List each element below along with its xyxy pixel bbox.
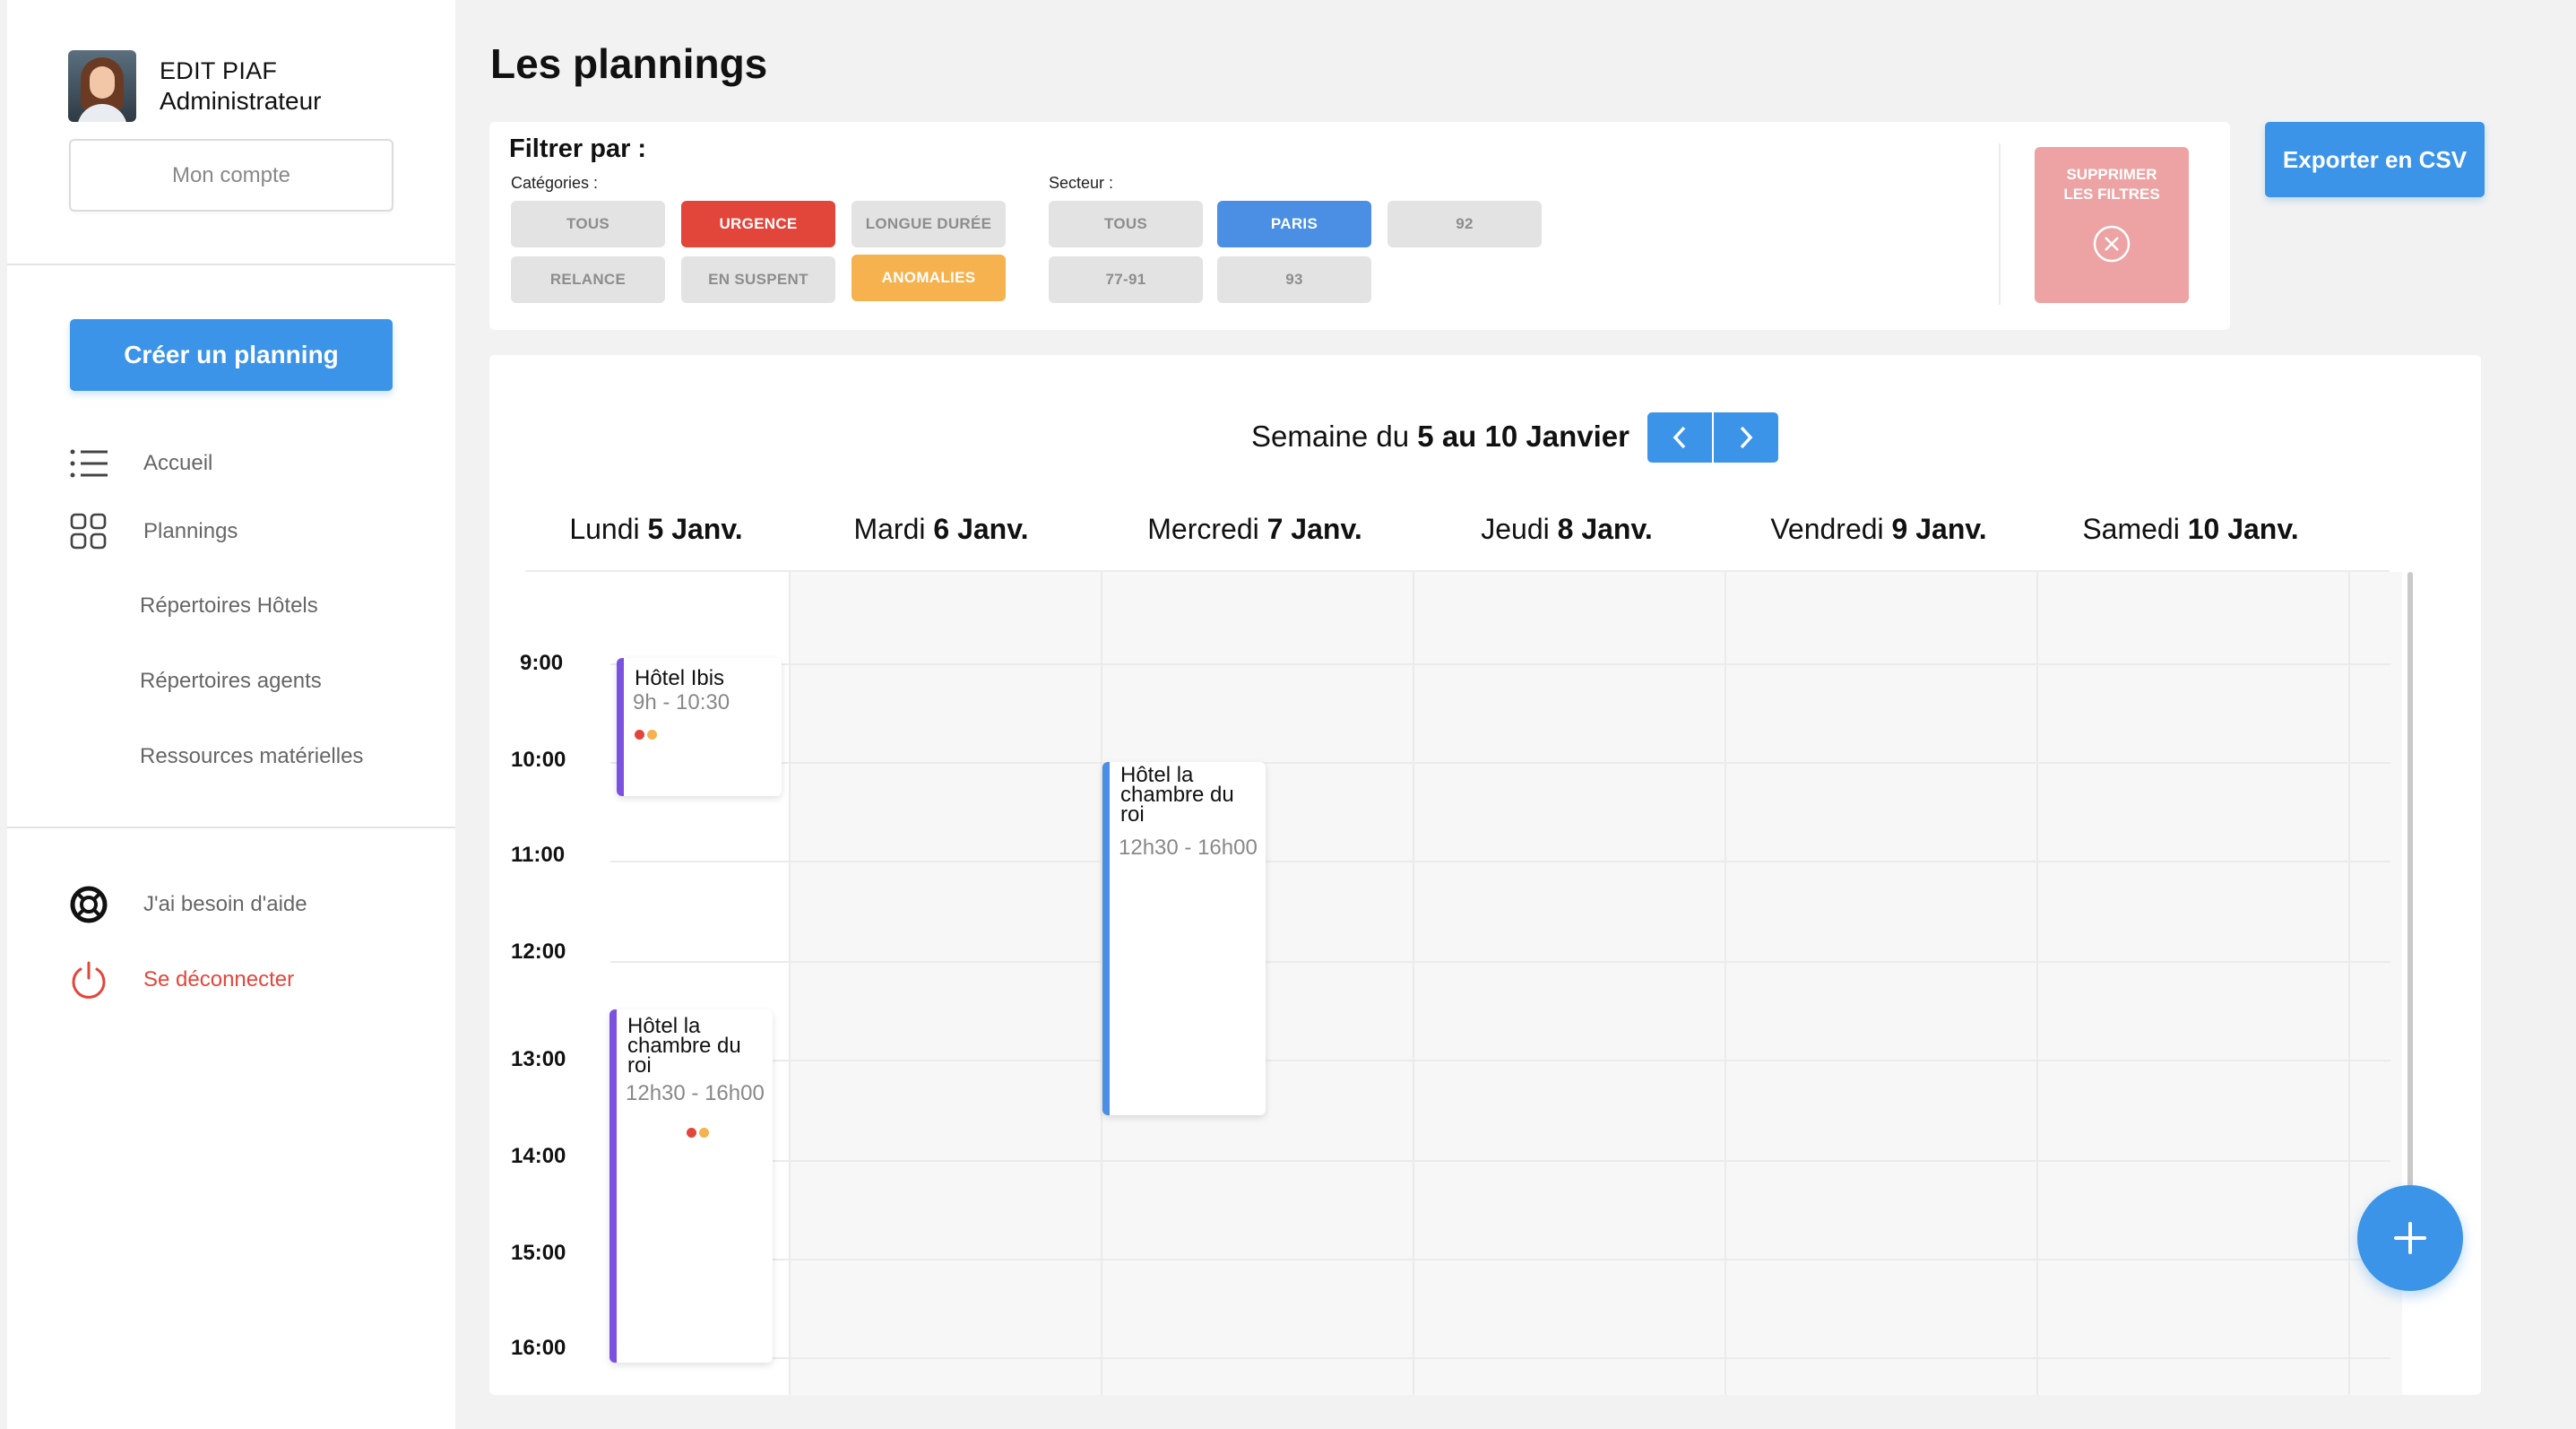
lifebuoy-icon <box>68 884 109 925</box>
categories-label: Catégories : <box>511 174 599 192</box>
clear-filters-button[interactable]: SUPPRIMER LES FILTRES <box>2035 147 2189 303</box>
user-profile: EDIT PIAF Administrateur <box>68 50 322 122</box>
category-chip-relance[interactable]: RELANCE <box>511 256 665 303</box>
category-chip-en-suspent[interactable]: EN SUSPENT <box>681 256 835 303</box>
day-header-monday: Lundi 5 Janv. <box>569 513 743 545</box>
event-title: roi <box>1120 802 1145 827</box>
sidebar-item-plannings[interactable]: Plannings <box>68 511 238 552</box>
chevron-right-icon <box>1740 426 1753 449</box>
sector-chip-92[interactable]: 92 <box>1387 201 1542 247</box>
user-role: Administrateur <box>160 87 322 115</box>
time-label: 9:00 <box>520 651 564 675</box>
time-label: 12:00 <box>511 940 566 964</box>
hour-line <box>610 1357 2390 1359</box>
filter-divider <box>1999 143 2001 305</box>
next-week-button[interactable] <box>1714 412 1778 463</box>
clear-filters-label: SUPPRIMER <box>2066 166 2157 183</box>
sidebar-divider <box>7 827 455 828</box>
hour-line <box>610 861 2390 862</box>
filter-title: Filtrer par : <box>509 134 647 163</box>
day-header-thursday: Jeudi 8 Janv. <box>1481 513 1653 545</box>
sector-chip-93[interactable]: 93 <box>1217 256 1371 303</box>
my-account-button[interactable]: Mon compte <box>69 139 393 212</box>
category-chip-urgence[interactable]: URGENCE <box>681 201 835 247</box>
plus-icon <box>2394 1222 2426 1254</box>
logout-link[interactable]: Se déconnecter <box>68 959 294 1000</box>
category-chip-longue-duree[interactable]: LONGUE DURÉE <box>851 201 1006 247</box>
help-label: J'ai besoin d'aide <box>143 892 307 916</box>
anomalie-dot <box>699 1128 709 1138</box>
sidebar-item-accueil[interactable]: Accueil <box>68 443 212 484</box>
sidebar-item-label: Plannings <box>143 519 238 543</box>
list-icon <box>68 443 109 484</box>
time-label: 13:00 <box>511 1047 566 1071</box>
event-card-chambre-du-roi[interactable]: Hôtel la chambre du roi 12h30 - 16h00 <box>609 1009 773 1363</box>
event-card-hotel-ibis[interactable]: Hôtel Ibis 9h - 10:30 <box>617 658 782 796</box>
event-time: 9h - 10:30 <box>633 690 730 714</box>
sidebar-item-resources[interactable]: Ressources matérielles <box>140 744 363 769</box>
export-csv-button[interactable]: Exporter en CSV <box>2265 122 2485 197</box>
time-label: 15:00 <box>511 1241 566 1265</box>
previous-week-button[interactable] <box>1647 412 1712 463</box>
calendar: Semaine du 5 au 10 Janvier Lundi 5 Janv.… <box>489 355 2481 1395</box>
urgence-dot <box>687 1128 696 1138</box>
day-column[interactable] <box>789 572 1101 1395</box>
avatar <box>68 50 136 122</box>
calendar-scrollbar[interactable] <box>2407 572 2413 1253</box>
sidebar-item-hotels[interactable]: Répertoires Hôtels <box>140 593 318 619</box>
day-header-friday: Vendredi 9 Janv. <box>1770 513 1987 545</box>
create-planning-button[interactable]: Créer un planning <box>70 319 393 391</box>
sector-chip-tous[interactable]: TOUS <box>1049 201 1203 247</box>
category-chip-tous[interactable]: TOUS <box>511 201 665 247</box>
sector-label: Secteur : <box>1049 174 1114 192</box>
day-column[interactable] <box>2036 572 2348 1395</box>
grid-icon <box>68 511 109 552</box>
sidebar-item-label: Accueil <box>143 451 213 475</box>
urgence-dot <box>635 730 644 740</box>
event-time: 12h30 - 16h00 <box>1119 836 1258 860</box>
help-link[interactable]: J'ai besoin d'aide <box>68 884 307 925</box>
time-label: 16:00 <box>511 1336 566 1360</box>
time-label: 14:00 <box>511 1144 566 1168</box>
time-label: 10:00 <box>511 748 566 772</box>
hour-line <box>610 961 2390 963</box>
sidebar: EDIT PIAF Administrateur Mon compte Crée… <box>7 0 455 1429</box>
hour-line <box>610 1060 2390 1061</box>
close-circle-icon <box>2093 225 2131 263</box>
anomalie-dot <box>647 730 657 740</box>
day-column[interactable] <box>1725 572 2036 1395</box>
day-column[interactable] <box>1413 572 1725 1395</box>
chevron-left-icon <box>1673 426 1686 449</box>
sidebar-item-agents[interactable]: Répertoires agents <box>140 669 322 694</box>
user-name: EDIT PIAF <box>160 57 278 84</box>
hour-line <box>610 663 2390 665</box>
hour-line <box>610 1160 2390 1162</box>
event-color-bar <box>1102 762 1110 1115</box>
event-color-bar <box>617 658 624 796</box>
power-icon <box>68 959 109 1000</box>
add-event-button[interactable] <box>2357 1185 2463 1291</box>
hour-line <box>610 1259 2390 1260</box>
event-color-bar <box>609 1009 617 1363</box>
day-header-tuesday: Mardi 6 Janv. <box>853 513 1029 545</box>
week-navigation <box>1647 412 1778 463</box>
category-chip-anomalies[interactable]: ANOMALIES <box>851 255 1006 301</box>
event-title: roi <box>627 1053 652 1078</box>
day-header-wednesday: Mercredi 7 Janv. <box>1147 513 1362 545</box>
sidebar-divider <box>7 264 455 265</box>
sector-chip-77-91[interactable]: 77-91 <box>1049 256 1203 303</box>
sector-chip-paris[interactable]: PARIS <box>1217 201 1371 247</box>
event-title: Hôtel Ibis <box>635 666 725 690</box>
event-card-chambre-du-roi[interactable]: Hôtel la chambre du roi 12h30 - 16h00 <box>1102 762 1266 1115</box>
clear-filters-label: LES FILTRES <box>2063 186 2160 203</box>
day-header-saturday: Samedi 10 Janv. <box>2082 513 2299 545</box>
logout-label: Se déconnecter <box>143 967 295 992</box>
week-label: Semaine du 5 au 10 Janvier <box>1251 420 1629 453</box>
filter-panel: Filtrer par : Catégories : Secteur : TOU… <box>489 122 2230 330</box>
event-time: 12h30 - 16h00 <box>626 1081 765 1105</box>
hour-line <box>610 762 2390 764</box>
page-title: Les plannings <box>490 40 768 87</box>
time-label: 11:00 <box>511 843 566 867</box>
